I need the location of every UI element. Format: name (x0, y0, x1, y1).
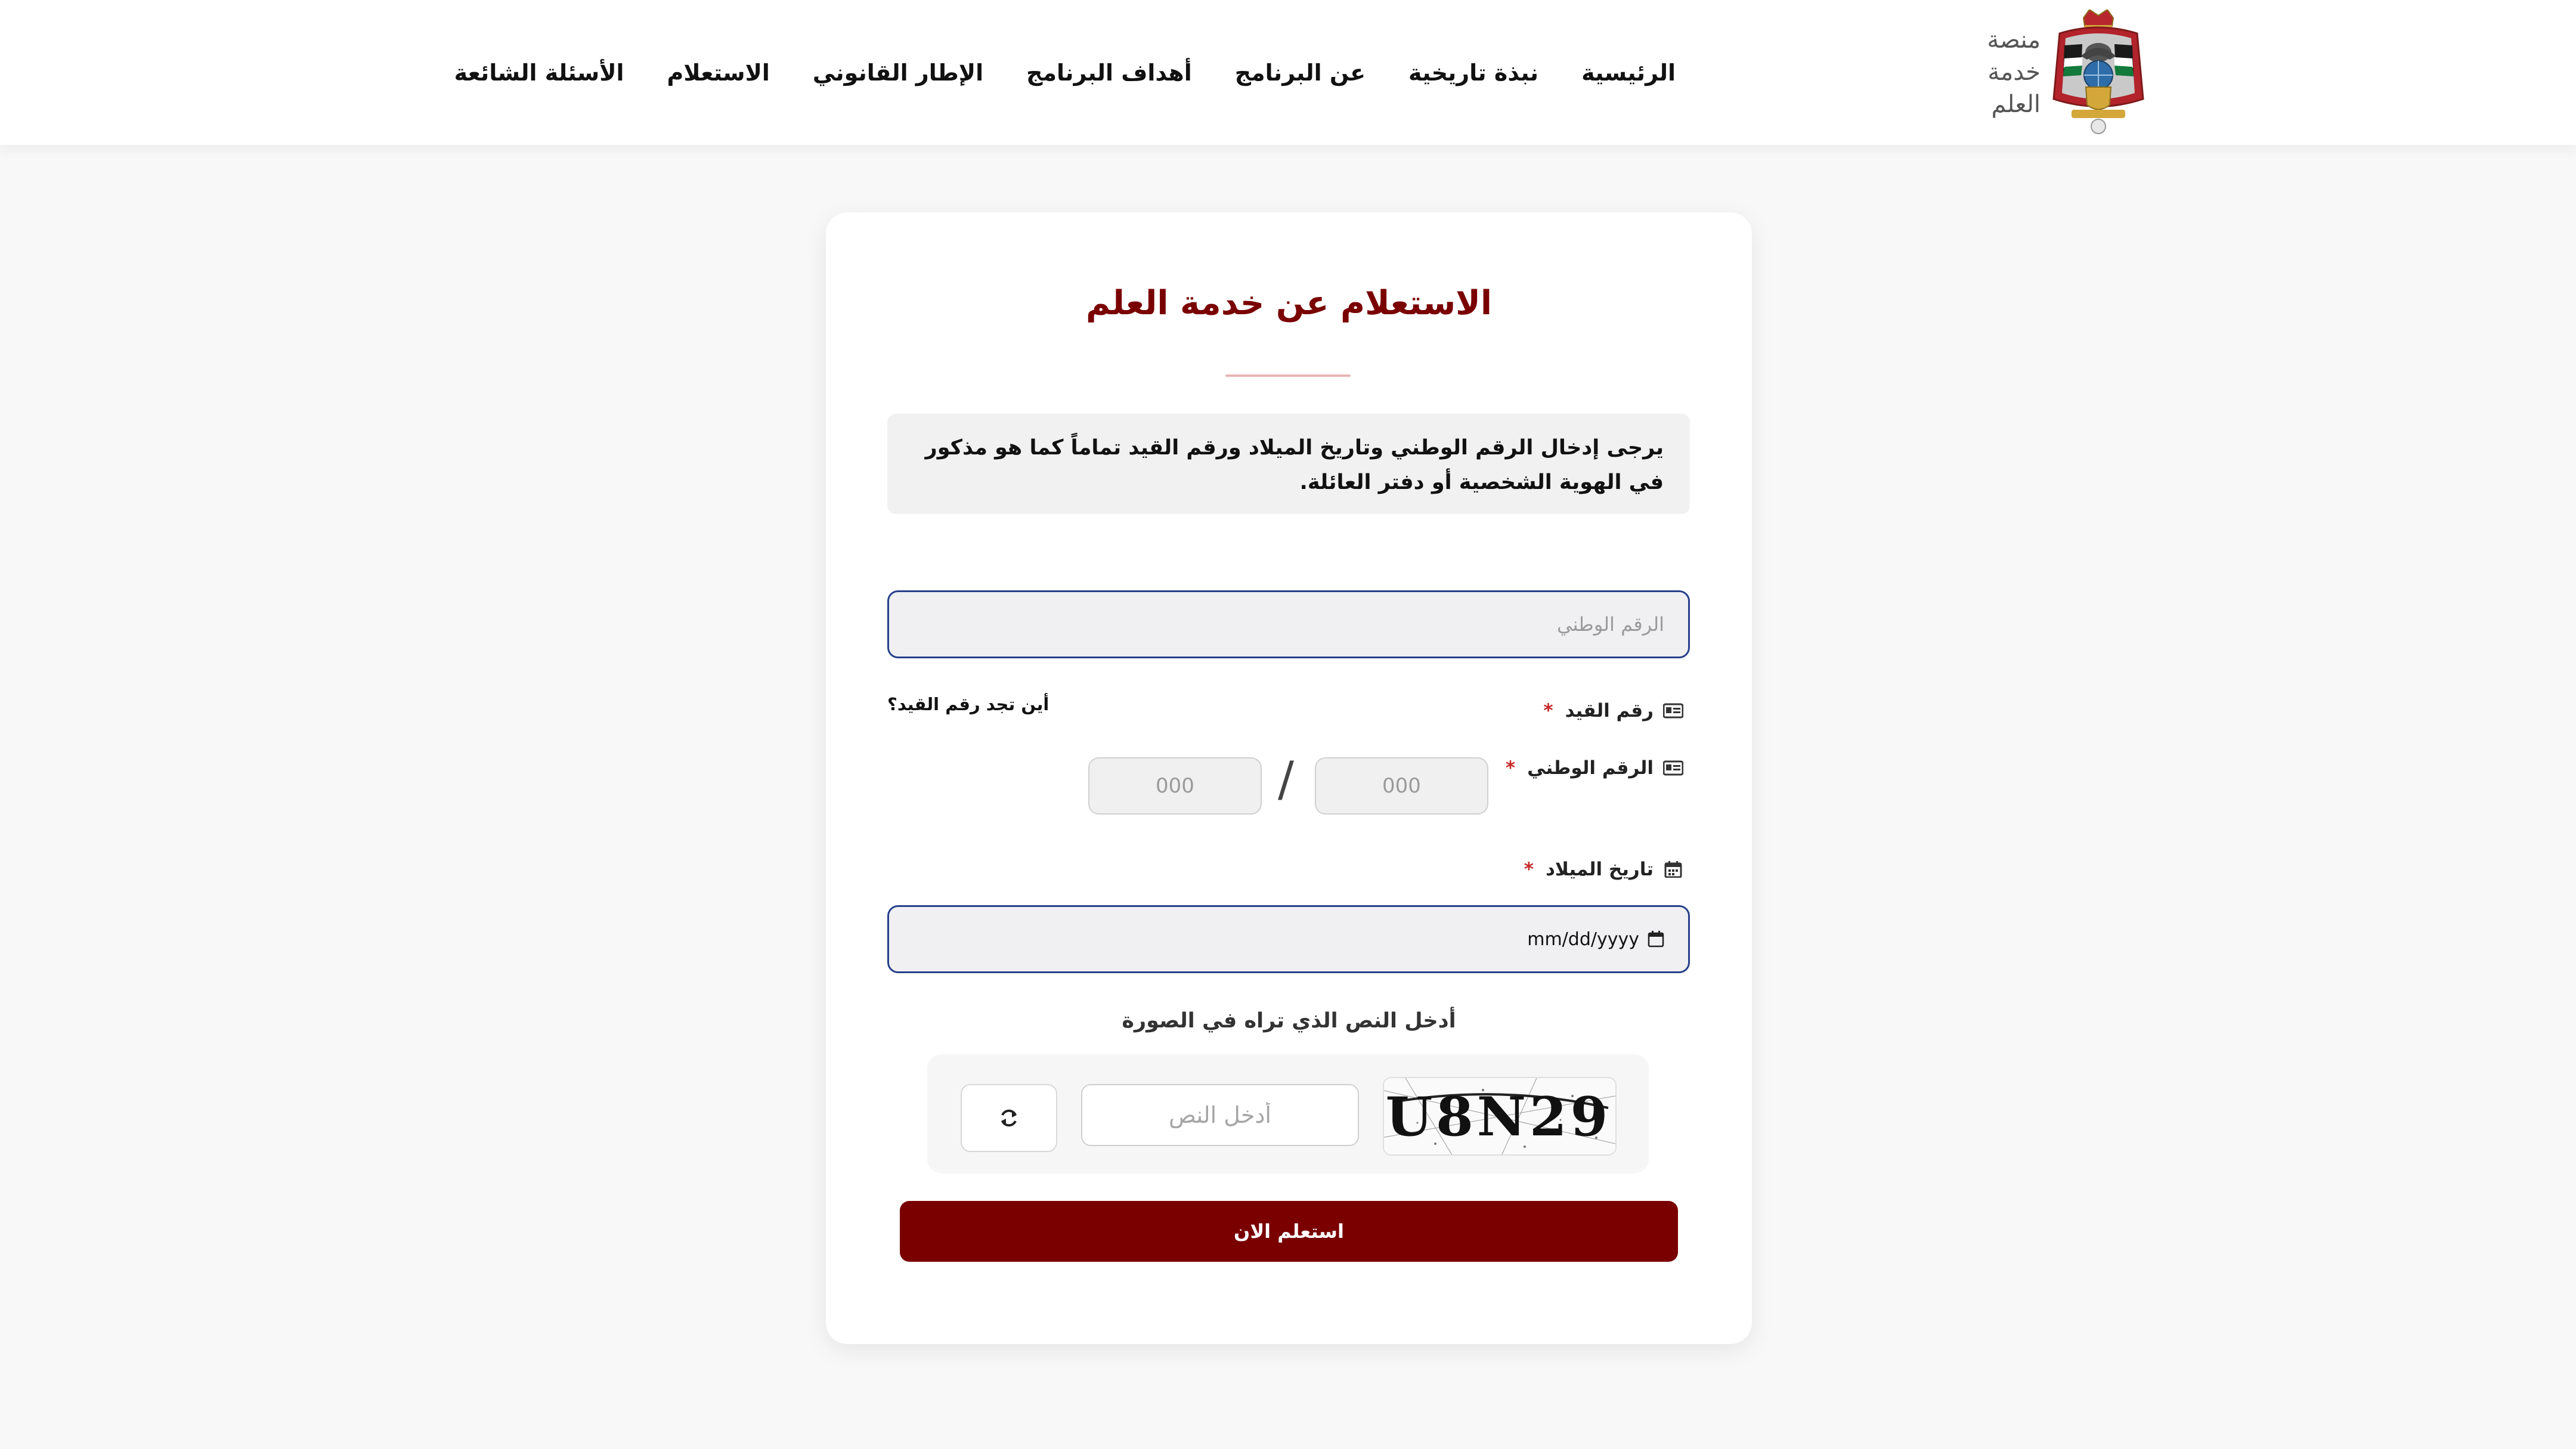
required-mark: * (1543, 700, 1553, 722)
captcha-label: أدخل النص الذي تراه في الصورة (1122, 1009, 1456, 1033)
nav-item-inquiry[interactable]: الاستعلام (667, 60, 770, 86)
birth-date-input[interactable]: mm/dd/yyyy (887, 905, 1690, 973)
calendar-icon (1664, 861, 1682, 878)
jordan-coat-of-arms-icon (2052, 10, 2144, 134)
captcha-panel: U8N29 (927, 1054, 1649, 1174)
captcha-image: U8N29 (1383, 1077, 1617, 1156)
main-navigation: الرئيسية نبذة تاريخية عن البرنامج أهداف … (454, 60, 1676, 86)
page-title: الاستعلام عن خدمة العلم (1085, 284, 1493, 323)
registry-number-label: رقم القيد * (1543, 700, 1683, 722)
calendar-picker-icon[interactable] (1648, 931, 1664, 948)
nav-item-legal-framework[interactable]: الإطار القانوني (813, 60, 983, 86)
id-card-icon (1663, 703, 1683, 719)
brand-name-line-2: خدمة (1987, 58, 2041, 86)
brand-name-line-1: منصة (1987, 26, 2041, 54)
required-mark: * (1524, 859, 1534, 880)
nav-item-home[interactable]: الرئيسية (1581, 60, 1676, 86)
nav-item-about[interactable]: عن البرنامج (1235, 60, 1366, 86)
instructions-notice: يرجى إدخال الرقم الوطني وتاريخ الميلاد و… (887, 414, 1690, 514)
national-id-input[interactable] (887, 590, 1690, 658)
nav-item-faq[interactable]: الأسئلة الشائعة (454, 60, 624, 86)
required-mark: * (1505, 757, 1516, 779)
inquiry-card: الاستعلام عن خدمة العلم يرجى إدخال الرقم… (826, 212, 1752, 1344)
birth-date-placeholder: mm/dd/yyyy (1527, 928, 1639, 950)
brand-name-line-3: العلم (1991, 91, 2041, 118)
birth-date-label: تاريخ الميلاد * (1524, 859, 1683, 880)
captcha-refresh-button[interactable] (961, 1084, 1057, 1152)
submit-inquiry-button[interactable]: استعلم الان (900, 1201, 1678, 1262)
site-header: منصة خدمة العلم الرئيسية نبذة تاريخية عن… (0, 0, 2576, 145)
captcha-image-graphic: U8N29 (1384, 1078, 1615, 1154)
national-id-label-text: الرقم الوطني (1527, 757, 1654, 779)
where-to-find-registry-link[interactable]: أين تجد رقم القيد؟ (887, 694, 1049, 714)
captcha-input[interactable] (1081, 1084, 1359, 1146)
id-card-icon (1663, 760, 1683, 776)
registry-number-part-1-input[interactable] (1315, 757, 1488, 815)
registry-number-label-text: رقم القيد (1565, 700, 1654, 722)
title-divider (1225, 374, 1351, 377)
brand-logo[interactable]: منصة خدمة العلم (1987, 6, 2149, 138)
refresh-icon (1001, 1109, 1017, 1127)
national-id-label: الرقم الوطني * (1506, 757, 1683, 779)
registry-separator: / (1278, 751, 1294, 807)
birth-date-label-text: تاريخ الميلاد (1545, 859, 1654, 880)
registry-number-part-2-input[interactable] (1088, 757, 1262, 815)
nav-item-history[interactable]: نبذة تاريخية (1408, 60, 1538, 86)
captcha-text: U8N29 (1386, 1085, 1612, 1148)
nav-item-goals[interactable]: أهداف البرنامج (1026, 60, 1192, 86)
brand-name: منصة خدمة العلم (1987, 24, 2041, 120)
